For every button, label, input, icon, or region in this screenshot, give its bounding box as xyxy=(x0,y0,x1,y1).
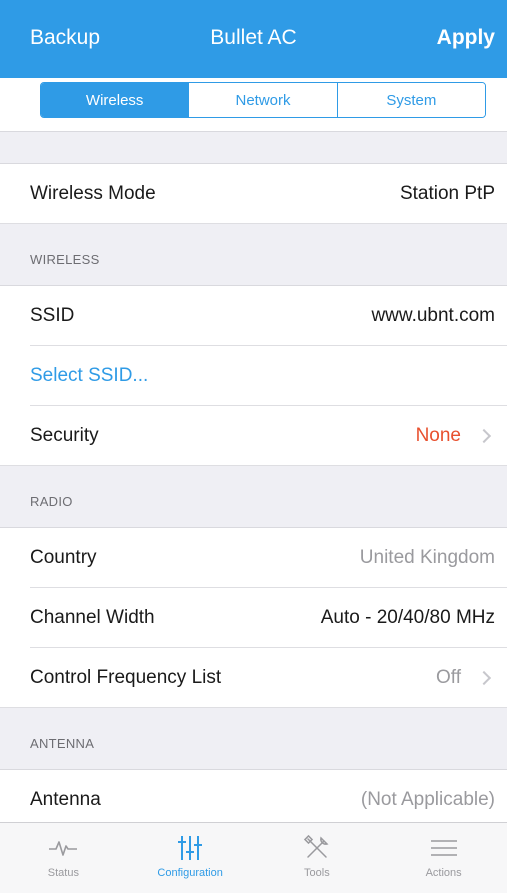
country-row: Country United Kingdom xyxy=(0,528,507,588)
section-header-radio: RADIO xyxy=(0,466,507,528)
country-value: United Kingdom xyxy=(359,547,495,568)
apply-button[interactable]: Apply xyxy=(437,26,495,50)
wireless-mode-row[interactable]: Wireless Mode Station PtP xyxy=(0,164,507,224)
channel-width-row[interactable]: Channel Width Auto - 20/40/80 MHz xyxy=(0,588,507,648)
pulse-icon xyxy=(48,831,78,865)
tabbar-item-configuration[interactable]: Configuration xyxy=(127,823,254,893)
ssid-label: SSID xyxy=(30,305,75,326)
antenna-row: Antenna (Not Applicable) xyxy=(0,770,507,830)
security-value: None xyxy=(415,425,461,446)
segmented-control: Wireless Network System xyxy=(40,82,486,118)
segmented-control-bar: Wireless Network System xyxy=(0,78,507,132)
ssid-row[interactable]: SSID www.ubnt.com xyxy=(0,286,507,346)
security-row[interactable]: Security None xyxy=(0,406,507,466)
tab-wireless[interactable]: Wireless xyxy=(41,83,189,117)
control-frequency-list-row[interactable]: Control Frequency List Off xyxy=(0,648,507,708)
section-header-antenna: ANTENNA xyxy=(0,708,507,770)
wireless-mode-value: Station PtP xyxy=(399,183,495,204)
security-label: Security xyxy=(30,425,99,446)
navigation-header: Backup Bullet AC Apply Wireless Network … xyxy=(0,0,507,132)
channel-width-label: Channel Width xyxy=(30,607,155,628)
wireless-mode-label: Wireless Mode xyxy=(30,183,156,204)
sliders-icon xyxy=(175,831,205,865)
tabbar-label-tools: Tools xyxy=(304,867,330,879)
settings-list: Wireless Mode Station PtP WIRELESS SSID … xyxy=(0,132,507,830)
tools-icon xyxy=(302,831,332,865)
tabbar-item-tools[interactable]: Tools xyxy=(254,823,381,893)
control-frequency-list-value: Off xyxy=(436,667,461,688)
tab-network[interactable]: Network xyxy=(188,83,337,117)
country-label: Country xyxy=(30,547,97,568)
menu-icon xyxy=(429,831,459,865)
select-ssid-link[interactable]: Select SSID... xyxy=(30,365,495,387)
section-header-wireless: WIRELESS xyxy=(0,224,507,286)
tabbar-item-actions[interactable]: Actions xyxy=(380,823,507,893)
select-ssid-row[interactable]: Select SSID... xyxy=(0,346,507,406)
control-frequency-list-label: Control Frequency List xyxy=(30,667,222,688)
tabbar-label-status: Status xyxy=(47,867,79,879)
tabbar-label-actions: Actions xyxy=(425,867,462,879)
chevron-right-icon xyxy=(476,428,492,444)
channel-width-value: Auto - 20/40/80 MHz xyxy=(320,607,495,628)
bottom-tab-bar: Status Configuration Tools Actions xyxy=(0,822,507,893)
antenna-value: (Not Applicable) xyxy=(360,789,495,810)
antenna-label: Antenna xyxy=(30,789,101,810)
section-spacer xyxy=(0,132,507,164)
tabbar-label-configuration: Configuration xyxy=(157,867,223,879)
ssid-value: www.ubnt.com xyxy=(371,305,495,326)
page-title: Bullet AC xyxy=(210,26,297,49)
tab-system[interactable]: System xyxy=(336,83,485,117)
chevron-right-icon xyxy=(476,670,492,686)
navigation-bar: Backup Bullet AC Apply xyxy=(0,0,507,78)
tabbar-item-status[interactable]: Status xyxy=(0,823,127,893)
